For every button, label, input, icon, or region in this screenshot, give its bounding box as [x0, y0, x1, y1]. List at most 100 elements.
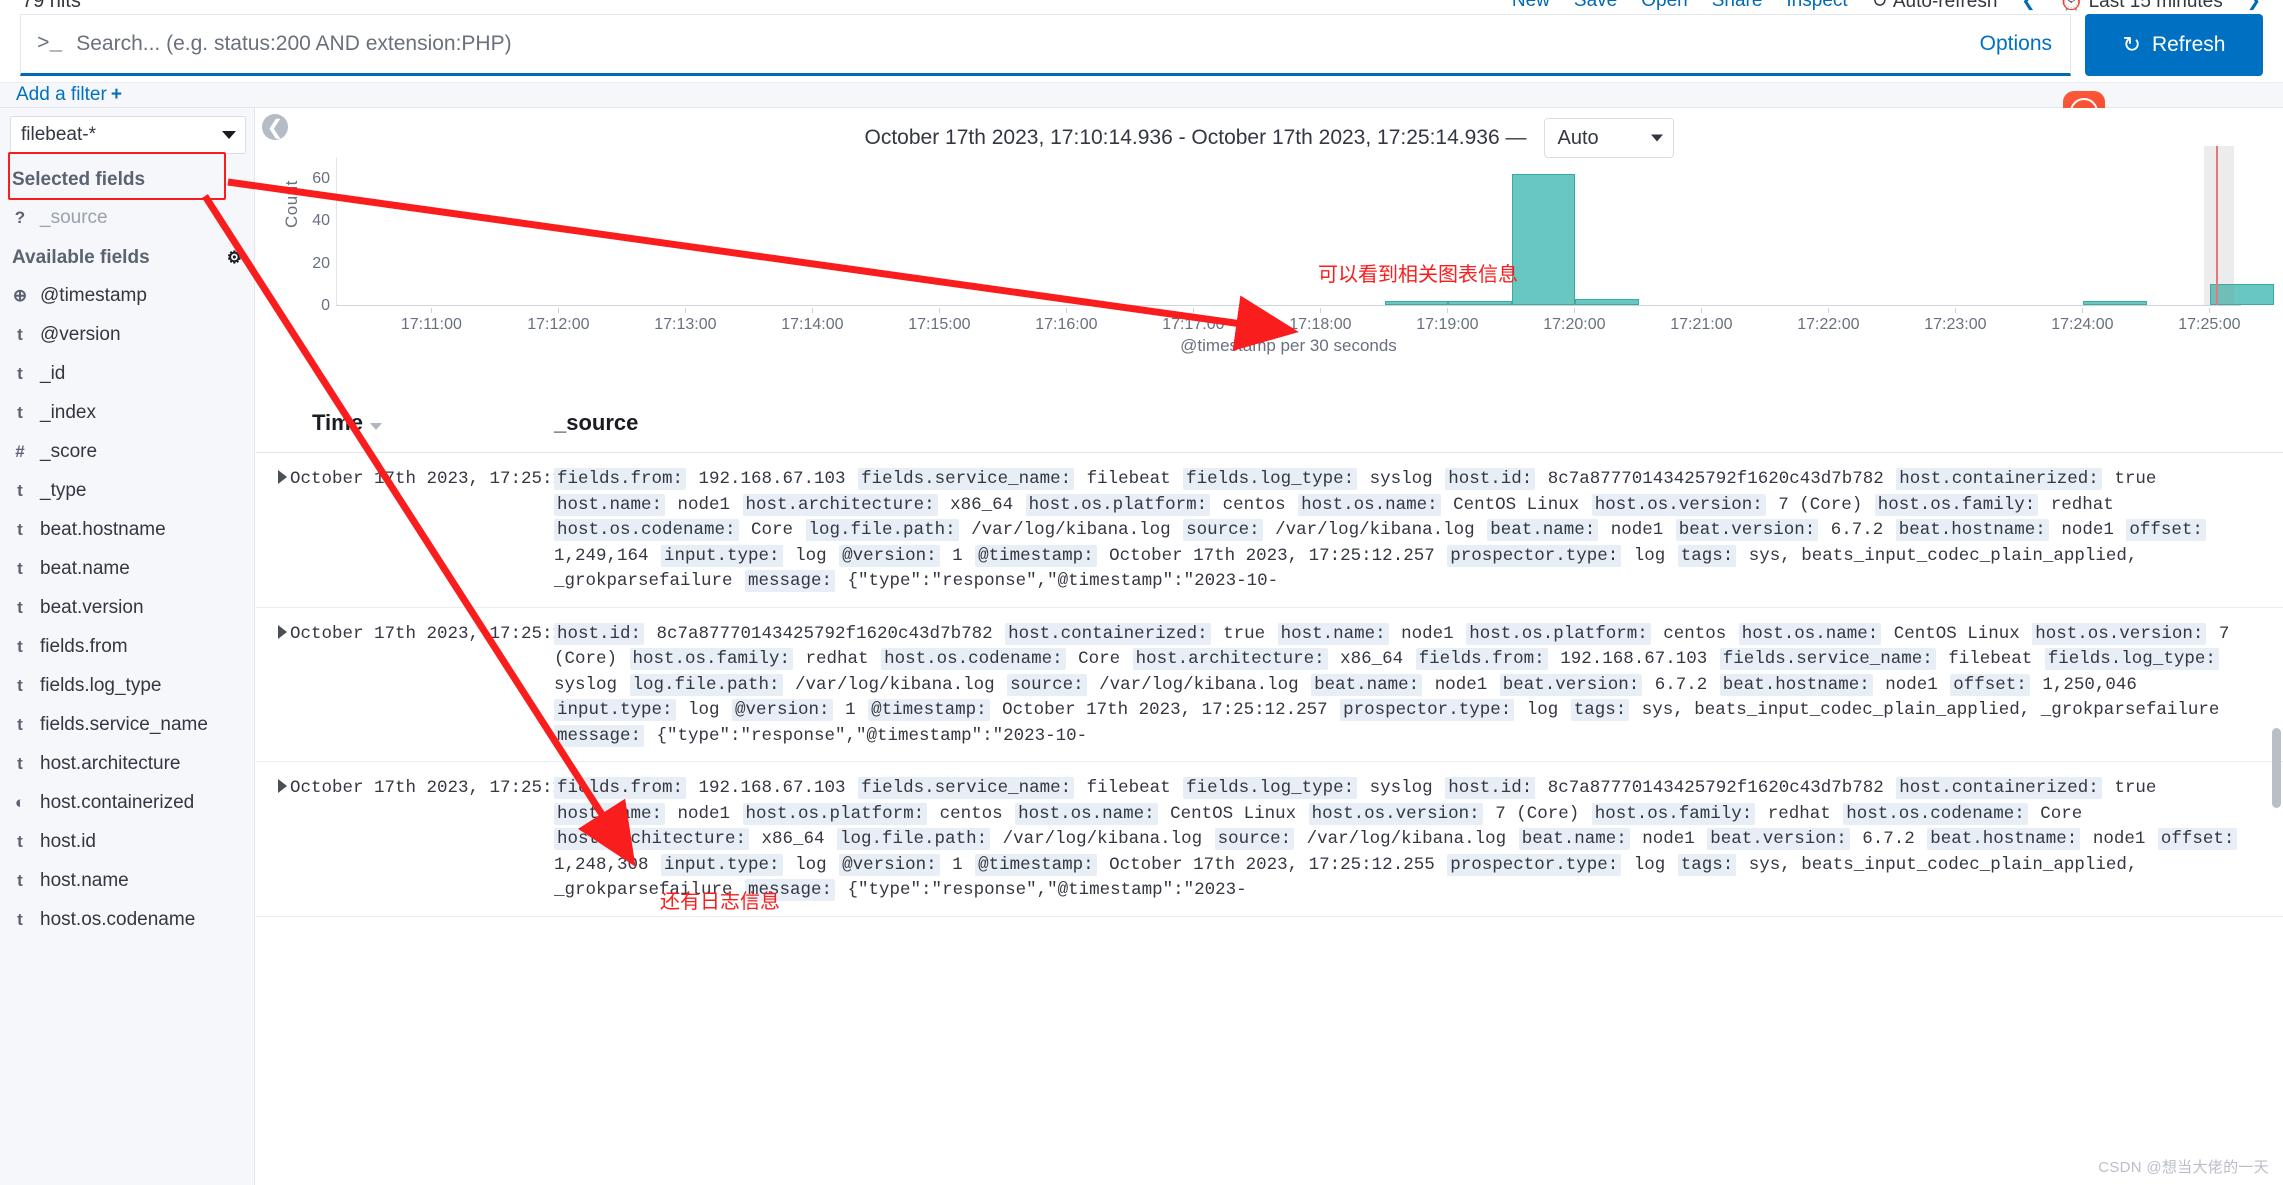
search-input-placeholder[interactable]: Search... (e.g. status:200 AND extension…: [76, 32, 1979, 56]
x-tick-mark: [812, 308, 814, 313]
nav-open-button[interactable]: Open: [1641, 0, 1687, 12]
field-type-icon: t: [17, 325, 23, 344]
source-field-key: message:: [745, 879, 836, 901]
source-field-value: /var/log/kibana.log: [1296, 829, 1517, 849]
field-item-beat-name[interactable]: t beat.name: [0, 550, 254, 589]
source-field-value: node1: [1631, 829, 1706, 849]
expand-triangle-icon[interactable]: [278, 779, 287, 793]
source-field-key: beat.version:: [1707, 828, 1850, 850]
field-item--index[interactable]: t _index: [0, 394, 254, 433]
field-item--version[interactable]: t @version: [0, 316, 254, 355]
expand-row-cell[interactable]: [256, 776, 290, 904]
source-field-key: tags:: [1570, 699, 1630, 721]
nav-save-button[interactable]: Save: [1574, 0, 1617, 12]
source-field-value: syslog: [1359, 778, 1444, 798]
chart-plot-area[interactable]: [336, 146, 2274, 306]
source-field-key: host.os.name:: [1015, 802, 1158, 825]
x-tick-mark: [2082, 308, 2084, 313]
source-field-key: host.os.platform:: [742, 802, 928, 825]
source-field-value: 1: [941, 854, 974, 875]
source-field-key: input.type:: [554, 699, 676, 721]
source-field-key: prospector.type:: [1447, 544, 1622, 567]
field-item-host-name[interactable]: t host.name: [0, 862, 254, 901]
nav-share-button[interactable]: Share: [1712, 0, 1763, 12]
source-field-key: message:: [554, 724, 645, 747]
field-item-host-architecture[interactable]: t host.architecture: [0, 745, 254, 784]
vertical-scrollbar[interactable]: [2272, 728, 2281, 808]
field-name-label: _id: [40, 363, 66, 384]
time-picker-button[interactable]: ⏰ Last 15 minutes: [2060, 0, 2223, 13]
source-field-value: centos: [1212, 494, 1297, 515]
main-content: ❮ October 17th 2023, 17:10:14.936 - Octo…: [256, 108, 2283, 1185]
column-header-time-label: Time: [312, 410, 363, 435]
field-item--score[interactable]: # _score: [0, 433, 254, 472]
index-pattern-value: filebeat-*: [21, 124, 96, 145]
field-item-beat-version[interactable]: t beat.version: [0, 589, 254, 628]
index-pattern-wrapper: filebeat-*: [0, 108, 254, 160]
source-field-value: filebeat: [1076, 778, 1182, 798]
field-item-host-os-codename[interactable]: t host.os.codename: [0, 901, 254, 940]
sort-caret-icon[interactable]: [369, 423, 382, 430]
histogram-bar[interactable]: [1511, 173, 1576, 305]
gear-icon[interactable]: ⚙: [227, 248, 242, 268]
field-item-fields-log-type[interactable]: t fields.log_type: [0, 667, 254, 706]
histogram-bar[interactable]: [1384, 300, 1449, 305]
field-type-icon: t: [17, 871, 23, 890]
table-row[interactable]: October 17th 2023, 17:25:12.257 fields.fr…: [256, 453, 2283, 608]
histogram-bar[interactable]: [2083, 301, 2147, 305]
field-item--timestamp[interactable]: ⊕ @timestamp: [0, 277, 254, 316]
field-name-label: _type: [40, 480, 87, 501]
source-field-key: host.os.codename:: [881, 648, 1066, 670]
search-input-wrapper[interactable]: >_ Search... (e.g. status:200 AND extens…: [20, 14, 2071, 76]
field-item-fields-from[interactable]: t fields.from: [0, 628, 254, 667]
refresh-icon: ↻: [2122, 32, 2141, 57]
histogram-bar[interactable]: [1448, 300, 1512, 305]
table-row[interactable]: October 17th 2023, 17:25:12.257 host.id: …: [256, 608, 2283, 762]
field-item-beat-hostname[interactable]: t beat.hostname: [0, 511, 254, 550]
field-item-host-containerized[interactable]: ◐ host.containerized: [0, 784, 254, 823]
nav-inspect-button[interactable]: Inspect: [1786, 0, 1847, 12]
x-axis-label: @timestamp per 30 seconds: [1180, 336, 1397, 355]
source-field-value: node1: [1424, 674, 1498, 695]
source-field-value: true: [2103, 778, 2157, 798]
source-field-value: redhat: [795, 649, 880, 669]
auto-refresh-button[interactable]: ↻ Auto-refresh: [1872, 0, 1998, 13]
options-button[interactable]: Options: [1980, 32, 2052, 56]
time-prev-icon[interactable]: ❮: [2021, 0, 2035, 11]
source-field-key: host.os.platform:: [1025, 493, 1211, 516]
field-item-fields-service-name[interactable]: t fields.service_name: [0, 706, 254, 745]
expand-row-cell[interactable]: [256, 467, 290, 595]
histogram-bar[interactable]: [1575, 298, 1639, 305]
time-next-icon[interactable]: ❯: [2247, 0, 2261, 11]
source-field-value: {"type":"response","@timestamp":"2023-10…: [646, 725, 1088, 746]
source-field-value: filebeat: [1076, 469, 1182, 489]
add-filter-button[interactable]: Add a filter +: [16, 84, 122, 106]
source-field-key: host.name:: [554, 802, 666, 825]
interval-select[interactable]: Auto: [1544, 118, 1675, 158]
field-type-icon: t: [17, 637, 23, 656]
expand-row-cell[interactable]: [256, 622, 290, 750]
watermark: CSDN @想当大佬的一天: [2098, 1159, 2269, 1176]
source-field-key: prospector.type:: [1447, 853, 1622, 876]
table-row[interactable]: October 17th 2023, 17:25:12.255 fields.fr…: [256, 762, 2283, 917]
source-field-value: /var/log/kibana.log: [1264, 520, 1486, 540]
x-tick-mark: [1574, 308, 1576, 313]
field-item-host-id[interactable]: t host.id: [0, 823, 254, 862]
expand-triangle-icon[interactable]: [278, 470, 287, 484]
field-item--type[interactable]: t _type: [0, 472, 254, 511]
field-item--source[interactable]: ? _source: [0, 199, 254, 238]
selected-fields-title: Selected fields: [12, 169, 146, 190]
source-field-value: 192.168.67.103: [688, 778, 857, 798]
index-pattern-select[interactable]: filebeat-*: [10, 116, 246, 154]
chevron-down-icon: [1651, 134, 1664, 142]
field-item--id[interactable]: t _id: [0, 355, 254, 394]
available-fields-list: ⊕ @timestamp t @version t _id t _index # _score t _…: [0, 277, 254, 940]
nav-new-button[interactable]: New: [1512, 0, 1550, 12]
refresh-button[interactable]: ↻ Refresh: [2085, 14, 2263, 76]
expand-triangle-icon[interactable]: [278, 624, 287, 639]
source-field-key: beat.hostname:: [1927, 828, 2081, 850]
column-header-time[interactable]: Time: [256, 410, 546, 436]
source-field-value: sys, beats_input_codec_plain_applied, _g…: [1631, 700, 2220, 720]
source-field-key: host.containerized:: [1005, 622, 1211, 645]
field-type-icon: t: [17, 364, 23, 383]
